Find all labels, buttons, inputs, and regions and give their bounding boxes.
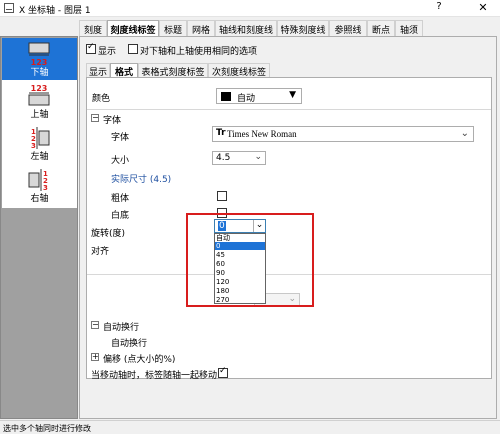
dropdown-arrow-icon: ▼ bbox=[289, 90, 296, 100]
same-options-label: 对下轴和上轴使用相同的选项 bbox=[140, 47, 258, 57]
status-text: 选中多个轴同时进行修改 bbox=[3, 424, 91, 433]
subtab-minor-labels[interactable]: 次刻度线标签 bbox=[208, 63, 270, 78]
axis-item-top[interactable]: 123 上轴 bbox=[2, 80, 77, 122]
axis-item-bottom[interactable]: 123 下轴 bbox=[2, 38, 77, 80]
status-bar: 选中多个轴同时进行修改 bbox=[0, 420, 500, 434]
wrap-label: 自动换行 bbox=[111, 339, 148, 349]
move-with-axis-label: 当移动轴时，标签随轴一起移动 bbox=[91, 371, 218, 381]
tab-grid[interactable]: 网格 bbox=[187, 20, 215, 36]
color-label: 颜色 bbox=[92, 94, 111, 104]
color-dropdown[interactable]: 自动 ▼ bbox=[216, 88, 302, 104]
align-label: 对齐 bbox=[91, 247, 110, 257]
color-value: 自动 bbox=[237, 94, 256, 104]
chevron-down-icon: ⌄ bbox=[460, 128, 469, 139]
left-axis-icon: 1 2 3 bbox=[31, 127, 50, 150]
axis-item-label: 左轴 bbox=[30, 152, 49, 162]
subtab-table-labels[interactable]: 表格式刻度标签 bbox=[138, 63, 208, 78]
tab-breaks[interactable]: 断点 bbox=[367, 20, 395, 36]
tab-rugs[interactable]: 轴须 bbox=[395, 20, 423, 36]
top-axis-icon: 123 bbox=[28, 84, 50, 106]
show-checkbox[interactable] bbox=[86, 42, 96, 54]
tab-reference-lines[interactable]: 参照线 bbox=[329, 20, 367, 36]
size-value: 4.5 bbox=[216, 153, 231, 163]
bold-label: 粗体 bbox=[111, 194, 130, 204]
tab-title[interactable]: 标题 bbox=[159, 20, 187, 36]
close-button[interactable]: ✕ bbox=[474, 1, 492, 15]
truetype-icon: Tr bbox=[216, 128, 226, 138]
divider bbox=[87, 109, 491, 110]
subtab-display[interactable]: 显示 bbox=[86, 63, 110, 78]
actual-size-label: 实际尺寸 (4.5) bbox=[111, 175, 172, 185]
subtab-format[interactable]: 格式 bbox=[110, 63, 138, 78]
rotation-label: 旋转(度) bbox=[91, 229, 126, 239]
app-icon bbox=[4, 3, 14, 13]
title-bar: X 坐标轴 - 图层 1 ? ✕ bbox=[0, 0, 500, 17]
axis-dialog: X 坐标轴 - 图层 1 ? ✕ 123 下轴 123 上轴 1 2 3 左轴 … bbox=[0, 0, 500, 434]
size-dropdown[interactable]: 4.5 ⌄ bbox=[212, 151, 266, 165]
tab-special-ticks[interactable]: 特殊刻度线 bbox=[277, 20, 329, 36]
axis-item-right[interactable]: 1 2 3 右轴 bbox=[2, 164, 77, 206]
font-dropdown[interactable]: Tr Times New Roman ⌄ bbox=[212, 126, 474, 142]
collapse-icon[interactable]: − bbox=[91, 114, 99, 122]
move-with-axis-checkbox[interactable] bbox=[218, 366, 228, 378]
axis-list: 123 下轴 123 上轴 1 2 3 左轴 1 2 3 右轴 bbox=[2, 38, 77, 208]
svg-text:123: 123 bbox=[31, 84, 48, 93]
axis-item-left[interactable]: 1 2 3 左轴 bbox=[2, 122, 77, 164]
axis-panel: 123 下轴 123 上轴 1 2 3 左轴 1 2 3 右轴 bbox=[0, 36, 78, 419]
offset-label: 偏移 (点大小的%) bbox=[103, 355, 176, 365]
bold-checkbox[interactable] bbox=[217, 191, 227, 201]
window-title: X 坐标轴 - 图层 1 bbox=[19, 6, 91, 16]
tab-tick-labels[interactable]: 刻度线标签 bbox=[107, 20, 159, 37]
right-axis-icon: 1 2 3 bbox=[28, 169, 48, 192]
size-label: 大小 bbox=[111, 156, 130, 166]
axis-item-label: 上轴 bbox=[30, 110, 49, 120]
expand-icon[interactable]: + bbox=[91, 353, 99, 361]
highlight-box bbox=[186, 213, 314, 307]
tab-line-and-ticks[interactable]: 轴线和刻度线 bbox=[215, 20, 277, 36]
font-value: Times New Roman bbox=[227, 129, 297, 139]
collapse-icon[interactable]: − bbox=[91, 321, 99, 329]
white-bg-label: 白底 bbox=[111, 211, 130, 221]
wrap-section-label: 自动换行 bbox=[103, 323, 140, 333]
show-label: 显示 bbox=[98, 47, 117, 57]
chevron-down-icon: ⌄ bbox=[254, 152, 262, 162]
same-options-checkbox[interactable] bbox=[128, 44, 138, 54]
help-button[interactable]: ? bbox=[430, 1, 448, 15]
font-section-label: 字体 bbox=[103, 116, 122, 126]
tab-scale[interactable]: 刻度 bbox=[79, 20, 107, 36]
axis-item-label: 下轴 bbox=[30, 68, 49, 78]
color-swatch bbox=[221, 92, 231, 101]
font-label: 字体 bbox=[111, 133, 130, 143]
axis-item-label: 右轴 bbox=[30, 194, 49, 204]
bottom-axis-icon: 123 bbox=[28, 42, 50, 67]
